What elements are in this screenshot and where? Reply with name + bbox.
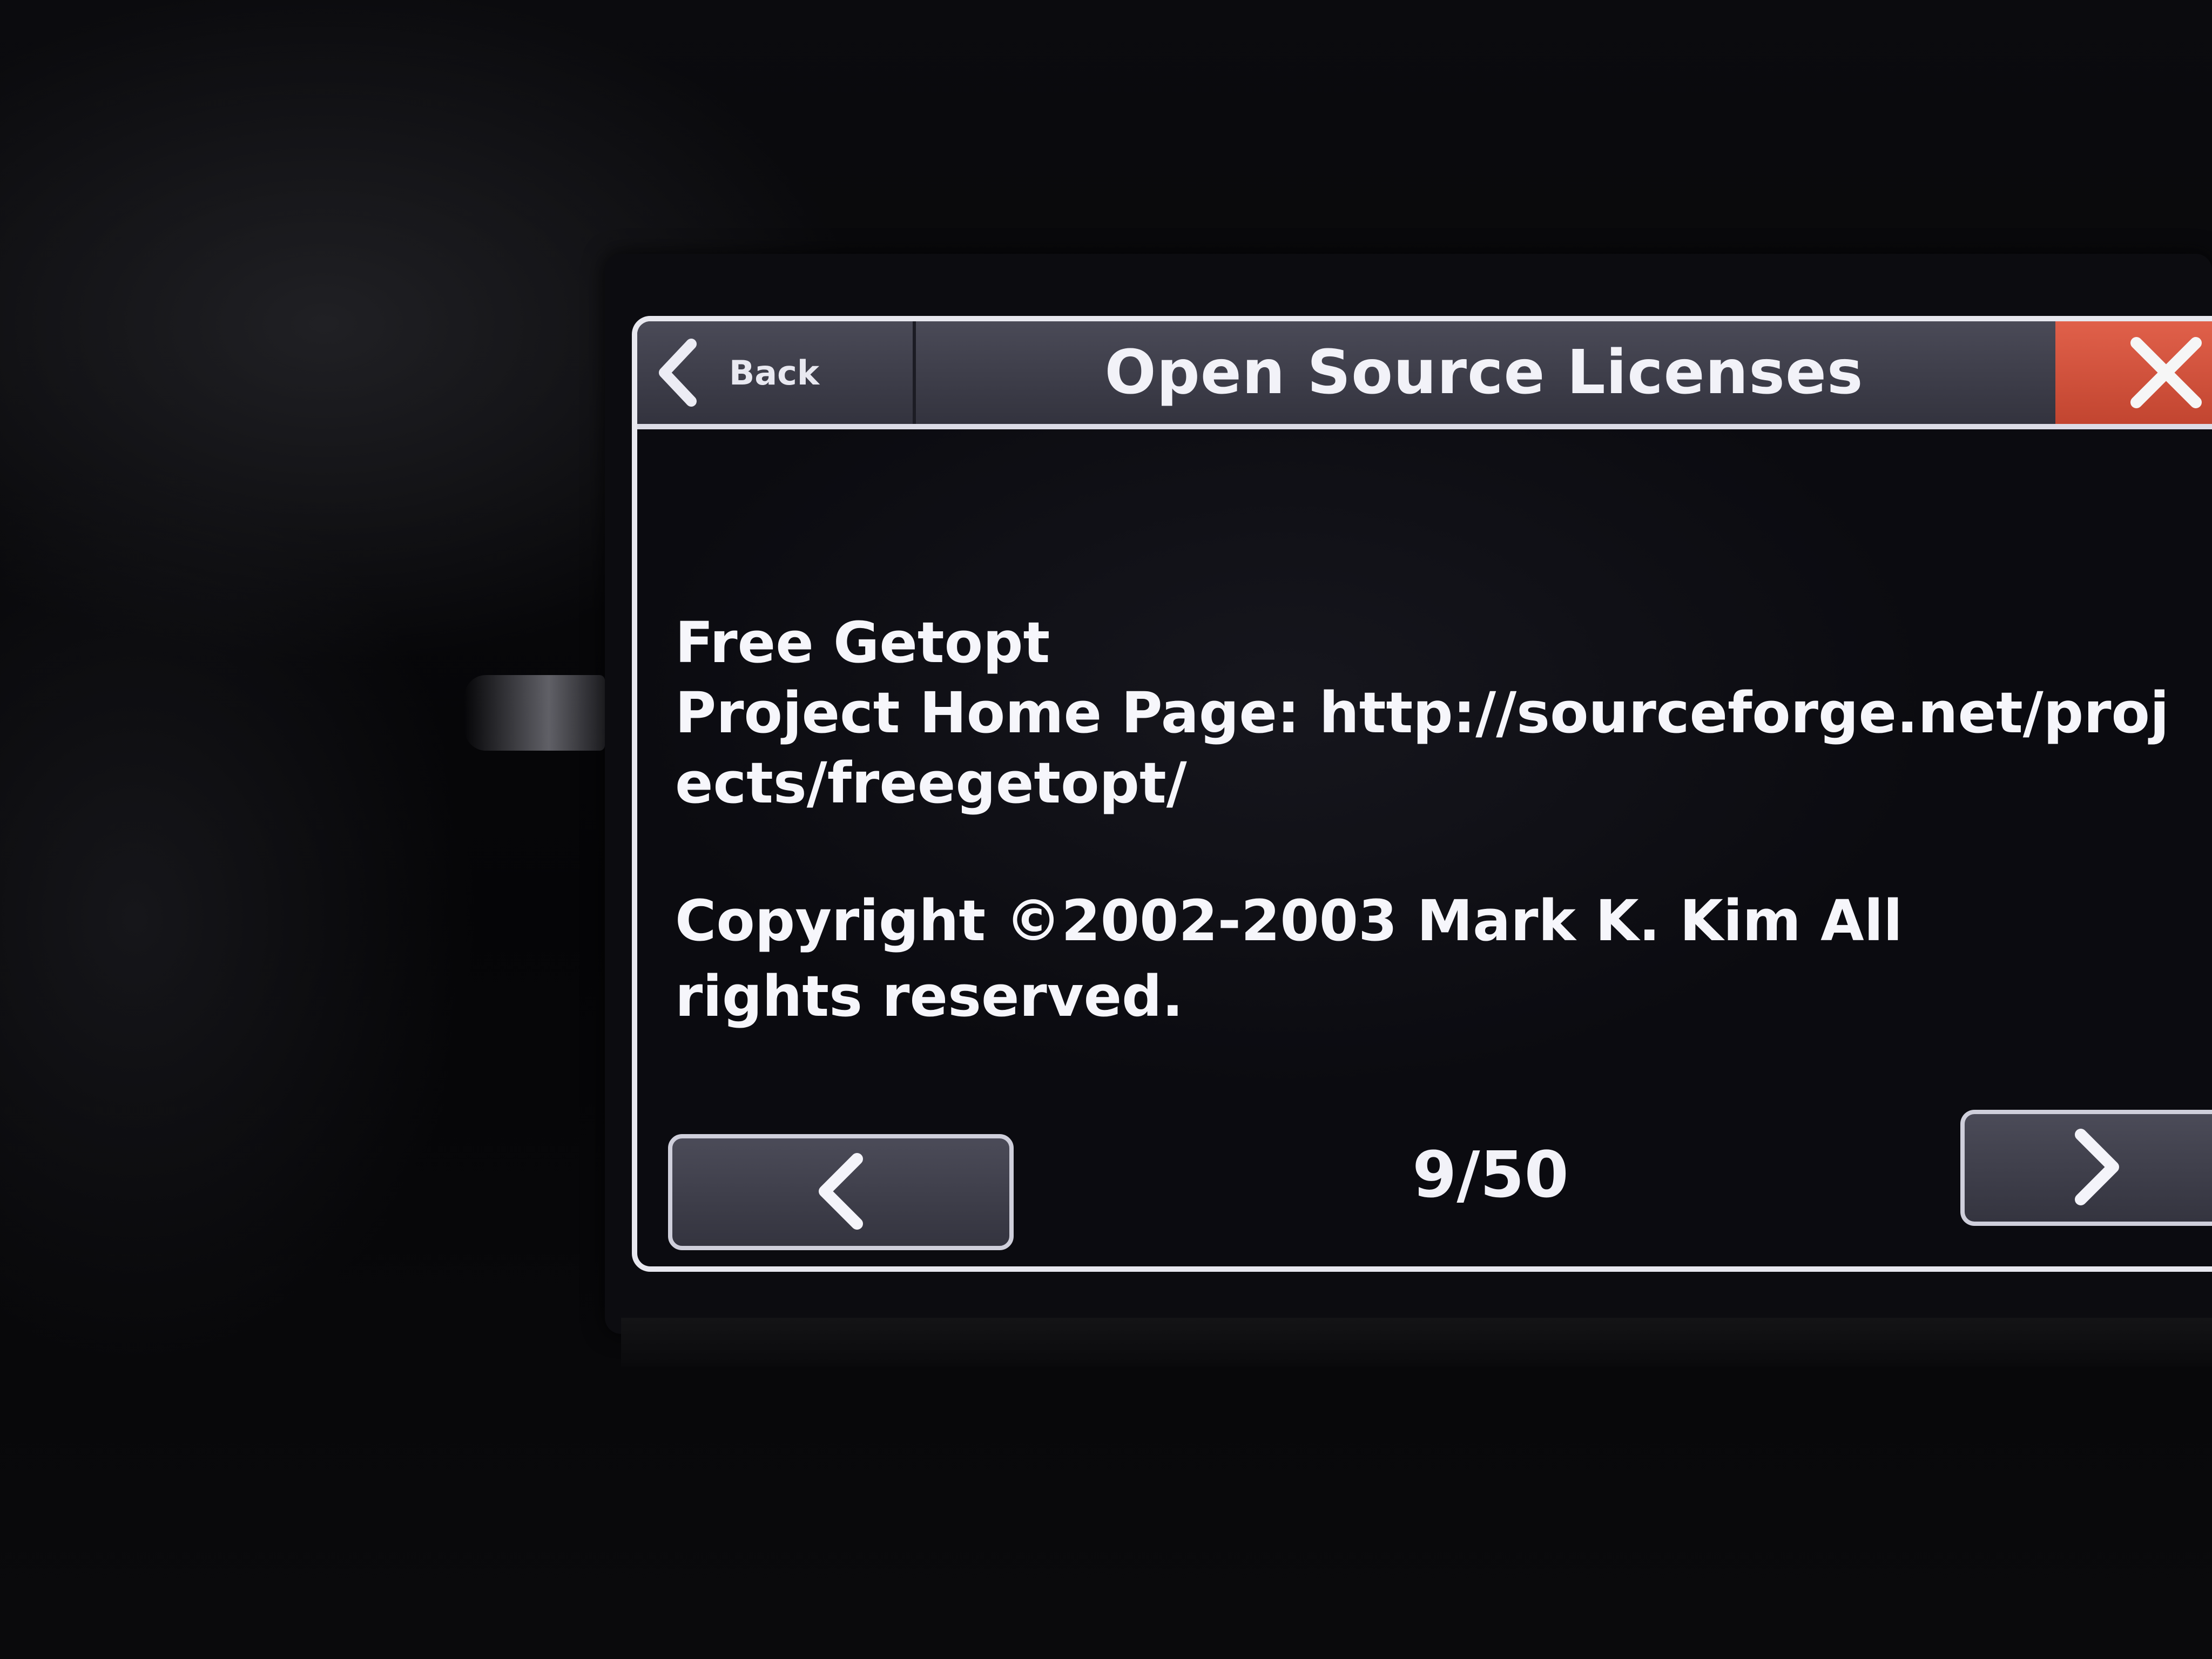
close-icon	[2126, 332, 2207, 413]
display-lower-trim	[621, 1318, 2212, 1366]
bezel-reflection	[464, 675, 605, 751]
scrolled-text-remnant	[683, 440, 1871, 453]
chevron-left-icon	[648, 338, 707, 408]
license-content: Free Getopt Project Home Page: http://so…	[675, 608, 2176, 1034]
license-name: Free Getopt	[675, 610, 1050, 676]
close-button[interactable]	[2055, 321, 2212, 424]
license-copyright: Copyright ©2002-2003 Mark K. Kim All rig…	[675, 888, 1903, 1029]
next-page-button[interactable]	[1960, 1110, 2212, 1226]
back-label: Back	[729, 353, 820, 393]
license-home-page: Project Home Page: http://sourceforge.ne…	[675, 680, 2169, 816]
chevron-right-icon	[2067, 1127, 2127, 1210]
back-button[interactable]: Back	[637, 321, 916, 424]
page-title: Open Source Licenses	[1104, 338, 1864, 408]
infotainment-screen: Back Open Source Licenses Free Getopt Pr…	[632, 316, 2212, 1272]
page-indicator: 9/50	[1412, 1137, 1569, 1212]
header-bar: Back Open Source Licenses	[637, 321, 2212, 429]
chevron-left-icon	[811, 1151, 871, 1234]
previous-page-button[interactable]	[668, 1134, 1014, 1250]
